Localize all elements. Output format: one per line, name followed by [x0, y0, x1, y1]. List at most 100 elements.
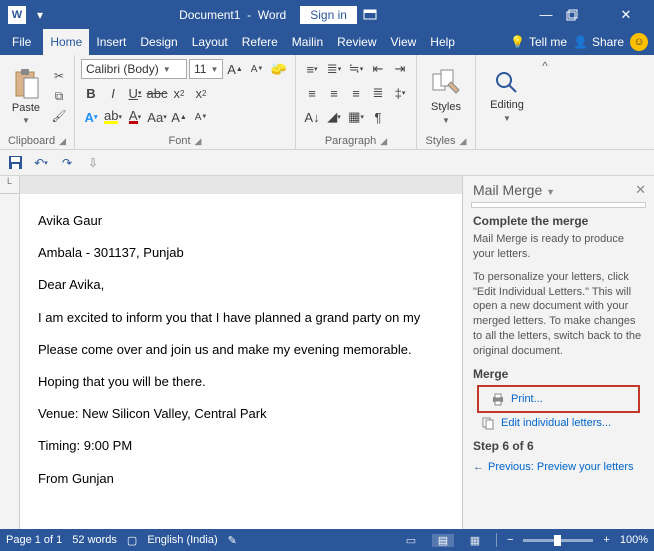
styles-dialog-launcher[interactable]: ◢	[460, 136, 467, 147]
feedback-smiley-icon[interactable]: ☺	[630, 33, 648, 51]
show-marks-button[interactable]: ¶	[368, 107, 388, 127]
restore-button[interactable]	[566, 9, 606, 21]
font-color-button[interactable]: A▾	[125, 107, 145, 127]
align-right-button[interactable]: ≡	[346, 83, 366, 103]
change-case-button[interactable]: Aa▾	[147, 107, 167, 127]
clipboard-label: Clipboard	[8, 135, 55, 147]
tab-home[interactable]: Home	[43, 29, 89, 55]
borders-button[interactable]: ▦▾	[346, 107, 366, 127]
tab-file[interactable]: File	[0, 29, 43, 55]
share-icon: 👤	[573, 35, 588, 49]
edit-individual-link[interactable]: Edit individual letters...	[473, 413, 644, 433]
align-left-button[interactable]: ≡	[302, 83, 322, 103]
decrease-indent-button[interactable]: ⇤	[368, 59, 388, 79]
print-highlight-box: Print...	[477, 385, 640, 413]
format-painter-button[interactable]: 🖌	[50, 107, 68, 125]
language-indicator[interactable]: English (India)	[147, 534, 217, 546]
editing-button[interactable]: Editing ▼	[482, 70, 532, 123]
undo-button[interactable]: ↶▾	[32, 154, 50, 172]
vertical-ruler[interactable]	[0, 194, 20, 529]
font-dialog-launcher[interactable]: ◢	[195, 136, 202, 147]
tp-heading-merge: Merge	[473, 367, 644, 381]
subscript-button[interactable]: x2	[169, 83, 189, 103]
qat-options-icon[interactable]: ▾	[32, 8, 48, 22]
tab-references[interactable]: Refere	[235, 29, 285, 55]
justify-button[interactable]: ≣	[368, 83, 388, 103]
taskpane-close-icon[interactable]: ✕	[635, 182, 646, 198]
print-link[interactable]: Print...	[483, 389, 634, 409]
sort-button[interactable]: A↓	[302, 107, 322, 127]
page-indicator[interactable]: Page 1 of 1	[6, 534, 62, 546]
tell-me[interactable]: 💡 Tell me	[510, 35, 567, 49]
numbering-button[interactable]: ≣▾	[324, 59, 344, 79]
tab-view[interactable]: View	[384, 29, 424, 55]
highlight-button[interactable]: ab▾	[103, 107, 123, 127]
strikethrough-button[interactable]: abc	[147, 83, 167, 103]
bold-button[interactable]: B	[81, 83, 101, 103]
clear-formatting-icon[interactable]: 🧽	[269, 59, 289, 79]
tab-design[interactable]: Design	[133, 29, 184, 55]
grow-font-alt-icon[interactable]: A▲	[169, 107, 189, 127]
spellcheck-icon[interactable]: ▢	[127, 534, 137, 547]
doc-line: From Gunjan	[38, 470, 450, 488]
zoom-level[interactable]: 100%	[620, 534, 648, 546]
save-button[interactable]	[6, 154, 24, 172]
increase-font-icon[interactable]: A▲	[225, 59, 245, 79]
styles-label: Styles	[426, 135, 456, 147]
web-layout-icon[interactable]: ▦	[464, 534, 486, 547]
text-effects-button[interactable]: A▾	[81, 107, 101, 127]
tab-insert[interactable]: Insert	[89, 29, 133, 55]
redo-button[interactable]: ↷	[58, 154, 76, 172]
quick-access-toolbar: ↶▾ ↷ ⇩	[0, 150, 654, 176]
group-clipboard: Paste ▼ ✂ ⧉ 🖌 Clipboard ◢	[0, 55, 75, 149]
word-count[interactable]: 52 words	[72, 534, 117, 546]
font-size-combo[interactable]: 11▼	[189, 59, 223, 79]
status-bar: Page 1 of 1 52 words ▢ English (India) ✎…	[0, 529, 654, 551]
accessibility-icon[interactable]: ✎	[228, 534, 237, 547]
qat-customize[interactable]: ⇩	[84, 154, 102, 172]
tab-layout[interactable]: Layout	[185, 29, 235, 55]
minimize-button[interactable]: —	[526, 7, 566, 22]
sign-in-button[interactable]: Sign in	[300, 6, 357, 24]
main-area: L 1 2 3 4 5 6 7 8 9 10 Avika Gaur Ambala…	[0, 176, 654, 529]
shading-button[interactable]: ◢▾	[324, 107, 344, 127]
underline-button[interactable]: U▾	[125, 83, 145, 103]
superscript-button[interactable]: x2	[191, 83, 211, 103]
previous-step-link[interactable]: ← Previous: Preview your letters	[473, 457, 644, 473]
multilevel-list-button[interactable]: ≒▾	[346, 59, 366, 79]
tab-help[interactable]: Help	[423, 29, 462, 55]
line-spacing-button[interactable]: ‡▾	[390, 83, 410, 103]
font-name-combo[interactable]: Calibri (Body)▼	[81, 59, 187, 79]
ribbon: Paste ▼ ✂ ⧉ 🖌 Clipboard ◢ Calibri (Body)▼…	[0, 55, 654, 150]
zoom-out-button[interactable]: −	[507, 534, 513, 546]
arrow-left-icon: ←	[473, 461, 484, 473]
bullets-button[interactable]: ≡▾	[302, 59, 322, 79]
zoom-in-button[interactable]: +	[603, 534, 609, 546]
ribbon-display-options-icon[interactable]	[363, 9, 403, 21]
tab-review[interactable]: Review	[330, 29, 383, 55]
read-mode-icon[interactable]: ▭	[400, 534, 422, 547]
find-icon	[494, 70, 520, 96]
decrease-font-icon[interactable]: A▼	[247, 59, 267, 79]
increase-indent-button[interactable]: ⇥	[390, 59, 410, 79]
styles-button[interactable]: Styles ▼	[423, 68, 469, 125]
clipboard-dialog-launcher[interactable]: ◢	[59, 136, 66, 147]
paste-button[interactable]: Paste ▼	[6, 68, 46, 125]
share-button[interactable]: 👤 Share	[573, 35, 624, 49]
doc-line: Avika Gaur	[38, 212, 450, 230]
paragraph-dialog-launcher[interactable]: ◢	[380, 136, 387, 147]
tab-mailings[interactable]: Mailin	[285, 29, 330, 55]
collapse-ribbon-icon[interactable]: ^	[538, 55, 552, 149]
document-page[interactable]: Avika Gaur Ambala - 301137, Punjab Dear …	[20, 194, 462, 529]
group-font: Calibri (Body)▼ 11▼ A▲ A▼ 🧽 B I U▾ abc x…	[75, 55, 296, 149]
char-shading-icon[interactable]: A▼	[191, 107, 211, 127]
group-editing: Editing ▼	[476, 55, 538, 149]
cut-button[interactable]: ✂	[50, 67, 68, 85]
close-button[interactable]: ✕	[606, 7, 646, 23]
align-center-button[interactable]: ≡	[324, 83, 344, 103]
print-layout-icon[interactable]: ▤	[432, 534, 454, 547]
tp-step-label: Step 6 of 6	[473, 439, 644, 453]
italic-button[interactable]: I	[103, 83, 123, 103]
zoom-slider[interactable]	[523, 539, 593, 542]
copy-button[interactable]: ⧉	[50, 87, 68, 105]
